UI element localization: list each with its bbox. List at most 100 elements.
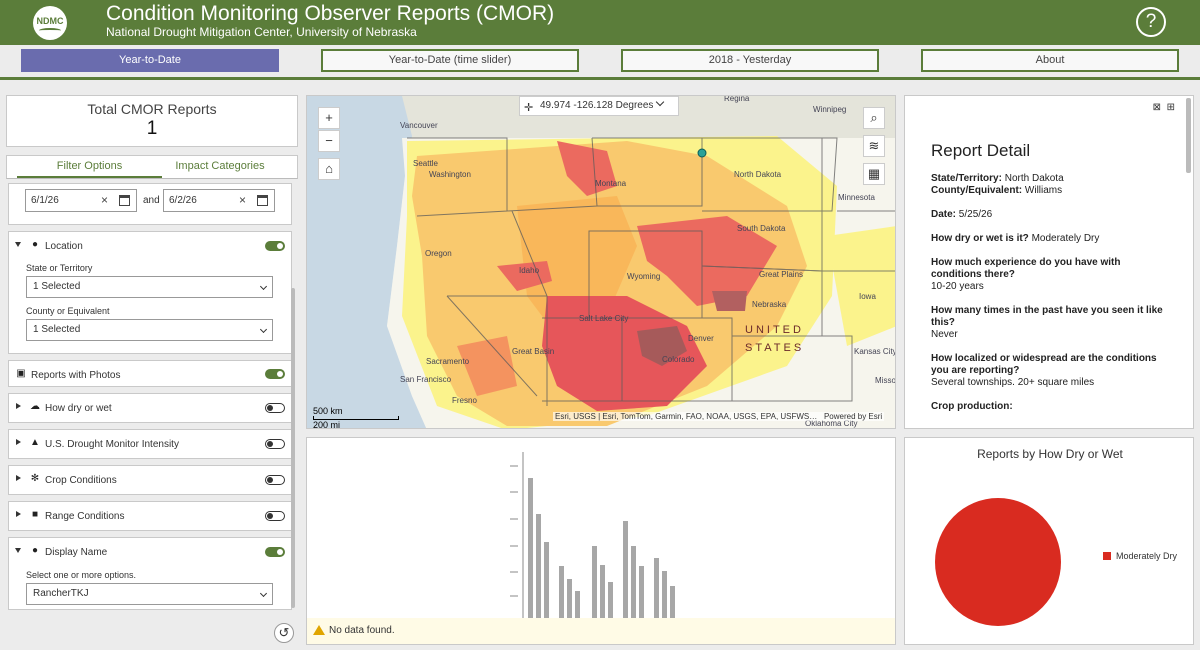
basemap-icon[interactable]: ▦ [863,163,885,185]
detail-scroll-thumb[interactable] [1186,98,1191,173]
display-name-toggle[interactable] [265,547,285,557]
map-label: Minnesota [838,193,875,202]
detail-q4: How localized or widespread are the cond… [931,353,1157,388]
layers-icon[interactable]: ≋ [863,135,885,157]
photos-toggle[interactable] [265,369,285,379]
date-to-field[interactable]: 6/2/26 × [163,189,275,212]
tab-impact-categories[interactable]: Impact Categories [147,156,293,178]
report-detail-body: State/Territory: North Dakota County/Equ… [931,173,1166,425]
filter-scroll-thumb[interactable] [291,288,295,608]
map-label: Washington [429,170,471,179]
no-data-banner: No data found. [307,618,895,644]
placeholder-chart [510,452,675,618]
date-from-field[interactable]: 6/1/26 × [25,189,137,212]
location-title: Location [45,241,83,252]
map-canvas [307,96,895,428]
range-toggle[interactable] [265,511,285,521]
grid-options-icon[interactable]: ⊞ [1167,102,1175,113]
usdm-filter-card: ▲ U.S. Drought Monitor Intensity [8,429,292,459]
calendar-icon[interactable] [119,195,130,206]
reset-icon[interactable]: ↺ [274,623,294,643]
clear-selection-icon[interactable]: ⊠ [1153,102,1161,113]
reports-chart-panel: No data found. [306,437,896,645]
tab-2018-yesterday[interactable]: 2018 - Yesterday [621,49,879,72]
display-name-select[interactable]: RancherTKJ [26,583,273,605]
zoom-out-button[interactable]: − [318,130,340,152]
how-dry-title: How dry or wet [45,403,112,414]
clear-icon[interactable]: × [239,190,246,211]
filter-tabs: Filter Options Impact Categories [6,155,298,179]
mountain-icon: ▲ [30,437,40,448]
warning-icon [313,625,325,635]
map-label: Idaho [519,266,540,275]
zoom-in-button[interactable]: + [318,107,340,129]
how-dry-toggle[interactable] [265,403,285,413]
map-label: North Dakota [734,170,782,179]
map-label: Colorado [662,355,695,364]
detail-actions: ⊠ ⊞ [1153,102,1175,113]
map-label: Vancouver [400,121,438,130]
tab-year-to-date[interactable]: Year-to-Date [21,49,279,72]
location-toggle[interactable] [265,241,285,251]
map-label: UNITED [745,324,804,336]
map-label: Sacramento [426,357,470,366]
total-reports-label: Total CMOR Reports [87,101,217,117]
camera-icon: ▣ [16,368,26,379]
clear-icon[interactable]: × [101,190,108,211]
app-title: Condition Monitoring Observer Reports (C… [106,2,555,25]
map-label: STATES [745,342,805,354]
report-detail-panel: ⊠ ⊞ Report Detail State/Territory: North… [904,95,1194,429]
chevron-right-icon[interactable] [16,475,21,481]
detail-date: Date: 5/25/26 [931,209,993,220]
chevron-down-icon[interactable] [15,548,21,553]
chevron-down-icon[interactable] [15,242,21,247]
person-icon: ● [31,545,39,556]
drought-map[interactable]: Regina Winnipeg Vancouver Seattle Washin… [306,95,896,429]
scale-km: 500 km [313,406,343,416]
detail-q5: Crop production: [931,401,1013,412]
crosshair-icon[interactable]: ✛ [524,99,533,117]
display-name-title: Display Name [45,547,108,558]
chevron-right-icon[interactable] [16,403,21,409]
range-title: Range Conditions [45,511,125,522]
map-label: Great Basin [512,347,555,356]
map-label: Seattle [413,159,438,168]
tab-year-to-date-slider[interactable]: Year-to-Date (time slider) [321,49,579,72]
map-label: San Francisco [400,375,452,384]
usdm-toggle[interactable] [265,439,285,449]
chevron-down-icon [259,282,268,291]
detail-state: State/Territory: North Dakota [931,173,1064,184]
filter-scrollbar[interactable] [290,183,296,619]
coordinate-readout: ✛ 49.974 -126.128 Degrees [519,96,679,116]
home-icon[interactable]: ⌂ [318,158,340,180]
map-attribution: Esri, USGS | Esri, TomTom, Garmin, FAO, … [553,412,885,421]
map-label: Montana [595,179,627,188]
app-subtitle: National Drought Mitigation Center, Univ… [106,25,417,39]
tab-about[interactable]: About [921,49,1179,72]
map-label: Salt Lake City [579,314,629,323]
photos-filter-card: ▣ Reports with Photos [8,360,292,387]
help-icon[interactable]: ? [1136,7,1166,37]
detail-county: County/Equivalent: Williams [931,185,1063,196]
chevron-right-icon[interactable] [16,511,21,517]
display-name-hint: Select one or more options. [26,570,137,580]
map-label: Kansas City [854,347,896,356]
detail-scrollbar[interactable] [1186,98,1191,428]
ndmc-logo: NDMC [33,6,67,40]
state-select[interactable]: 1 Selected [26,276,273,298]
dry-wet-pie-panel: Reports by How Dry or Wet Moderately Dry [904,437,1194,645]
map-label: Nebraska [752,300,787,309]
total-reports-value: 1 [146,118,158,139]
crop-icon: ✻ [30,473,40,484]
total-reports-card: Total CMOR Reports 1 [6,95,298,147]
search-icon[interactable]: ⌕ [863,107,885,129]
chevron-right-icon[interactable] [16,439,21,445]
pie-slice-moderately-dry[interactable] [935,498,1061,626]
tab-filter-options[interactable]: Filter Options [17,156,162,178]
calendar-icon[interactable] [257,195,268,206]
detail-q3: How many times in the past have you seen… [931,305,1163,340]
county-select[interactable]: 1 Selected [26,319,273,341]
crop-toggle[interactable] [265,475,285,485]
no-data-message: No data found. [329,625,395,636]
pie-chart [935,498,1061,626]
